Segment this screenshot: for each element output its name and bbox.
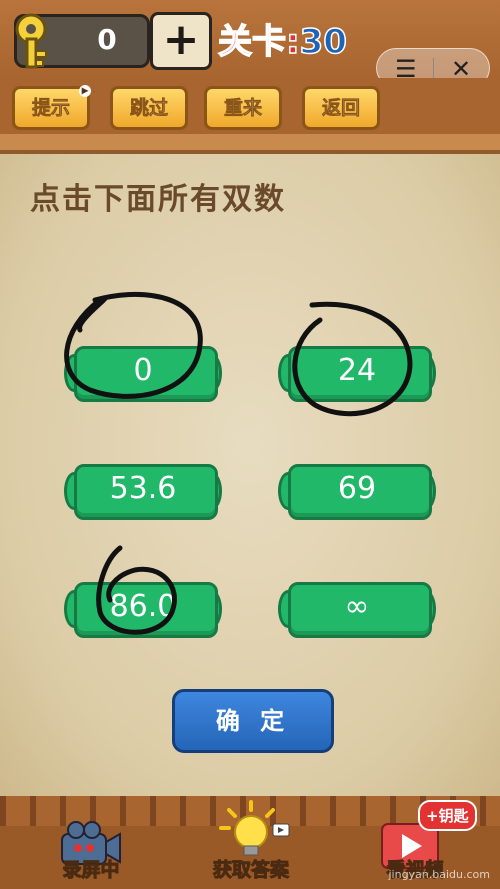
confirm-button[interactable]: 确 定 (172, 689, 334, 753)
record-screen-button[interactable]: 录屏中 (36, 816, 146, 886)
back-label: 返回 (321, 97, 361, 120)
capsule-divider (433, 58, 434, 78)
key-counter: 0 (14, 13, 150, 69)
option-value: ∞ (344, 589, 370, 624)
answer-label: 获取答案 (212, 859, 289, 882)
hint-label: 提示 (31, 97, 71, 120)
level-label: 关卡: (217, 21, 300, 63)
level-indicator: 关卡:30 (217, 14, 348, 63)
key-icon (15, 13, 47, 69)
option-button[interactable]: 53.6 (64, 460, 222, 520)
watermark: jingyan.baidu.com (388, 868, 490, 881)
add-key-button[interactable]: + (150, 12, 212, 70)
option-value: 53.6 (109, 471, 177, 506)
option-value: 24 (337, 353, 377, 388)
option-button[interactable]: 86.0 (64, 578, 222, 638)
key-reward-badge: +钥匙 (418, 800, 477, 831)
option-button[interactable]: 0 (64, 342, 222, 402)
get-answer-button[interactable]: 获取答案 (196, 800, 306, 886)
hint-button[interactable]: 提示 ▶ (12, 85, 91, 130)
option-button[interactable]: ∞ (278, 578, 436, 638)
option-value: 0 (133, 353, 153, 388)
top-bar: 0 + 关卡:30 ☰ ✕ (0, 0, 500, 88)
video-badge-icon: ▶ (79, 85, 91, 97)
game-board: 点击下面所有双数 0 24 53.6 69 86.0 ∞ 确 定 (0, 150, 500, 800)
question-text: 点击下面所有双数 (30, 182, 286, 217)
skip-button[interactable]: 跳过 (110, 86, 188, 130)
record-label: 录屏中 (62, 859, 120, 882)
restart-button[interactable]: 重来 (204, 86, 282, 130)
lightbulb-icon (219, 800, 290, 856)
option-button[interactable]: 24 (278, 342, 436, 402)
key-count: 0 (97, 23, 117, 56)
action-bar: 提示 ▶ 跳过 重来 返回 (0, 78, 500, 134)
level-number: 30 (299, 21, 348, 63)
back-button[interactable]: 返回 (302, 86, 380, 130)
option-button[interactable]: 69 (278, 460, 436, 520)
skip-label: 跳过 (129, 97, 169, 120)
option-value: 86.0 (109, 589, 177, 624)
option-value: 69 (337, 471, 377, 506)
restart-label: 重来 (223, 97, 263, 120)
